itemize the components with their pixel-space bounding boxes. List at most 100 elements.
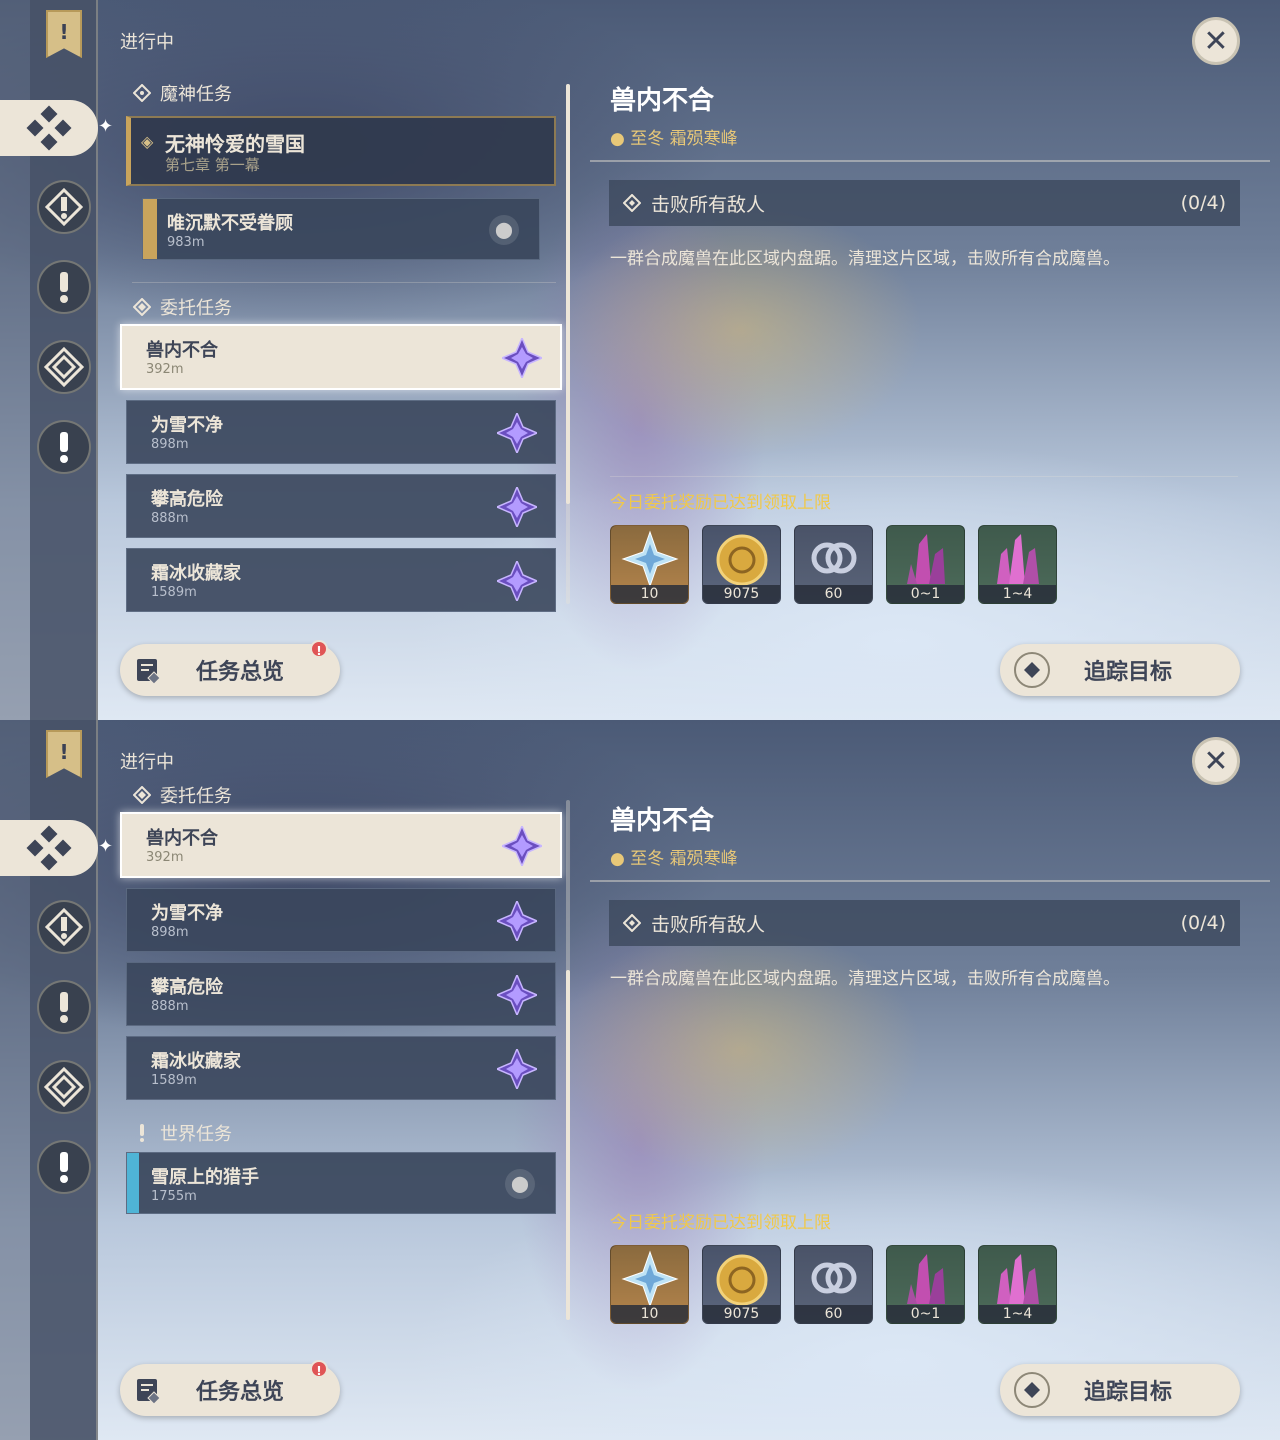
archon-subquest-row[interactable]: 唯沉默不受眷顾 983m ⬤ bbox=[142, 198, 540, 260]
world-category-tab[interactable] bbox=[37, 260, 91, 314]
reward-crystal-chunk[interactable]: 1~4 bbox=[978, 1245, 1057, 1324]
track-diamond-icon bbox=[1014, 652, 1050, 688]
commission-row[interactable]: 霜冰收藏家 1589m bbox=[126, 548, 556, 612]
commission-category-tab[interactable] bbox=[0, 820, 98, 876]
objective-bar: 击败所有敌人 (0/4) bbox=[609, 180, 1240, 226]
close-icon: ✕ bbox=[1203, 743, 1229, 779]
world-category-tab[interactable] bbox=[37, 980, 91, 1034]
reward-count: 1~4 bbox=[979, 1305, 1056, 1323]
event-category-tab[interactable] bbox=[37, 340, 91, 394]
objective-diamond-icon bbox=[623, 194, 641, 212]
commission-distance: 898m bbox=[151, 925, 189, 940]
commission-section-header: 委托任务 bbox=[132, 782, 232, 808]
commission-distance: 1589m bbox=[151, 1073, 197, 1088]
reward-crystal-chunk[interactable]: 1~4 bbox=[978, 525, 1057, 604]
close-icon: ✕ bbox=[1203, 23, 1229, 59]
commission-distance: 392m bbox=[146, 850, 184, 865]
world-section-label: 世界任务 bbox=[160, 1124, 232, 1145]
track-target-button[interactable]: 追踪目标 bbox=[1000, 644, 1240, 696]
reward-mora[interactable]: 9075 bbox=[702, 525, 781, 604]
detail-title: 兽内不合 bbox=[610, 806, 715, 836]
archon-quest-icon bbox=[45, 188, 83, 226]
location-pin-icon[interactable]: ⬤ bbox=[505, 1169, 535, 1199]
quest-overview-label: 任务总览 bbox=[196, 1380, 285, 1405]
reward-friendship[interactable]: 60 bbox=[794, 1245, 873, 1324]
primogem-icon bbox=[621, 530, 679, 588]
commission-star-icon bbox=[497, 413, 537, 453]
reward-count: 60 bbox=[795, 585, 872, 603]
close-button[interactable]: ✕ bbox=[1192, 17, 1240, 65]
crystal-ore-icon bbox=[907, 534, 945, 584]
reward-crystal-ore[interactable]: 0~1 bbox=[886, 1245, 965, 1324]
detail-location-text: 至冬 霜殒寒峰 bbox=[630, 849, 738, 869]
commission-distance: 898m bbox=[151, 437, 189, 452]
event-quest-icon bbox=[44, 1067, 84, 1107]
commission-distance: 1589m bbox=[151, 585, 197, 600]
quest-panel-1: ! ✦ 进行中 魔神任务 ◈ 无神怜爱的雪国 第七章 第一幕 唯沉默不受眷顾 9… bbox=[0, 0, 1280, 720]
reward-primogem[interactable]: 10 bbox=[610, 525, 689, 604]
reward-mora[interactable]: 9075 bbox=[702, 1245, 781, 1324]
quest-list-scrollbar[interactable] bbox=[566, 84, 570, 604]
commission-section-label: 委托任务 bbox=[160, 786, 232, 807]
detail-ornament-divider bbox=[590, 880, 1270, 882]
quest-overview-button[interactable]: 任务总览 bbox=[120, 1364, 340, 1416]
mora-icon bbox=[716, 1254, 768, 1306]
commission-name: 为雪不净 bbox=[151, 415, 223, 436]
selected-indicator-icon: ✦ bbox=[98, 116, 114, 137]
scrollbar-thumb[interactable] bbox=[566, 84, 570, 504]
commission-row[interactable]: 攀高危险 888m bbox=[126, 474, 556, 538]
detail-title: 兽内不合 bbox=[610, 86, 715, 116]
world-quest-accent-bar bbox=[127, 1153, 139, 1213]
objective-text: 击败所有敌人 bbox=[651, 913, 766, 936]
commission-row[interactable]: 攀高危险 888m bbox=[126, 962, 556, 1026]
commission-section-icon bbox=[132, 785, 152, 805]
crystal-chunk-icon bbox=[997, 534, 1039, 584]
commission-row[interactable]: 为雪不净 898m bbox=[126, 888, 556, 952]
commission-name: 兽内不合 bbox=[146, 340, 218, 361]
subquest-accent-bar bbox=[143, 199, 157, 259]
scrollbar-thumb[interactable] bbox=[566, 970, 570, 1320]
reward-separator bbox=[610, 476, 1238, 477]
archon-quest-chapter: 第七章 第一幕 bbox=[165, 156, 260, 174]
reward-count: 9075 bbox=[703, 585, 780, 603]
commission-row-selected[interactable]: 兽内不合 392m bbox=[120, 812, 562, 878]
reward-count: 0~1 bbox=[887, 1305, 964, 1323]
detail-location: ● 至冬 霜殒寒峰 bbox=[610, 124, 738, 149]
track-target-label: 追踪目标 bbox=[1084, 1380, 1173, 1405]
location-pin-icon[interactable]: ⬤ bbox=[489, 215, 519, 245]
quest-list-scrollbar[interactable] bbox=[566, 800, 570, 1320]
other-category-tab[interactable] bbox=[37, 420, 91, 474]
objective-progress: (0/4) bbox=[1180, 192, 1226, 214]
commission-row[interactable]: 霜冰收藏家 1589m bbox=[126, 1036, 556, 1100]
friendship-exp-icon bbox=[811, 542, 857, 574]
close-button[interactable]: ✕ bbox=[1192, 737, 1240, 785]
commission-row-selected[interactable]: 兽内不合 392m bbox=[120, 324, 562, 390]
archon-category-tab[interactable] bbox=[37, 180, 91, 234]
archon-category-tab[interactable] bbox=[37, 900, 91, 954]
reward-count: 10 bbox=[611, 1305, 688, 1323]
objective-text: 击败所有敌人 bbox=[651, 193, 766, 216]
commission-name: 攀高危险 bbox=[151, 977, 223, 998]
primogem-icon bbox=[621, 1250, 679, 1308]
other-category-tab[interactable] bbox=[37, 1140, 91, 1194]
selected-indicator-icon: ✦ bbox=[98, 836, 114, 857]
commission-distance: 888m bbox=[151, 511, 189, 526]
commission-star-icon bbox=[497, 975, 537, 1015]
commission-name: 攀高危险 bbox=[151, 489, 223, 510]
commission-name: 为雪不净 bbox=[151, 903, 223, 924]
track-target-button[interactable]: 追踪目标 bbox=[1000, 1364, 1240, 1416]
event-category-tab[interactable] bbox=[37, 1060, 91, 1114]
commission-star-icon bbox=[497, 487, 537, 527]
commission-category-tab[interactable] bbox=[0, 100, 98, 156]
world-quest-row[interactable]: 雪原上的猎手 1755m ⬤ bbox=[126, 1152, 556, 1214]
archon-quest-card[interactable]: ◈ 无神怜爱的雪国 第七章 第一幕 bbox=[126, 116, 556, 186]
commission-section-label: 委托任务 bbox=[160, 298, 232, 319]
quest-overview-button[interactable]: 任务总览 bbox=[120, 644, 340, 696]
track-diamond-icon bbox=[1014, 1372, 1050, 1408]
commission-row[interactable]: 为雪不净 898m bbox=[126, 400, 556, 464]
commission-star-icon bbox=[502, 338, 542, 378]
reward-crystal-ore[interactable]: 0~1 bbox=[886, 525, 965, 604]
archon-section-icon bbox=[132, 83, 152, 103]
reward-friendship[interactable]: 60 bbox=[794, 525, 873, 604]
reward-primogem[interactable]: 10 bbox=[610, 1245, 689, 1324]
